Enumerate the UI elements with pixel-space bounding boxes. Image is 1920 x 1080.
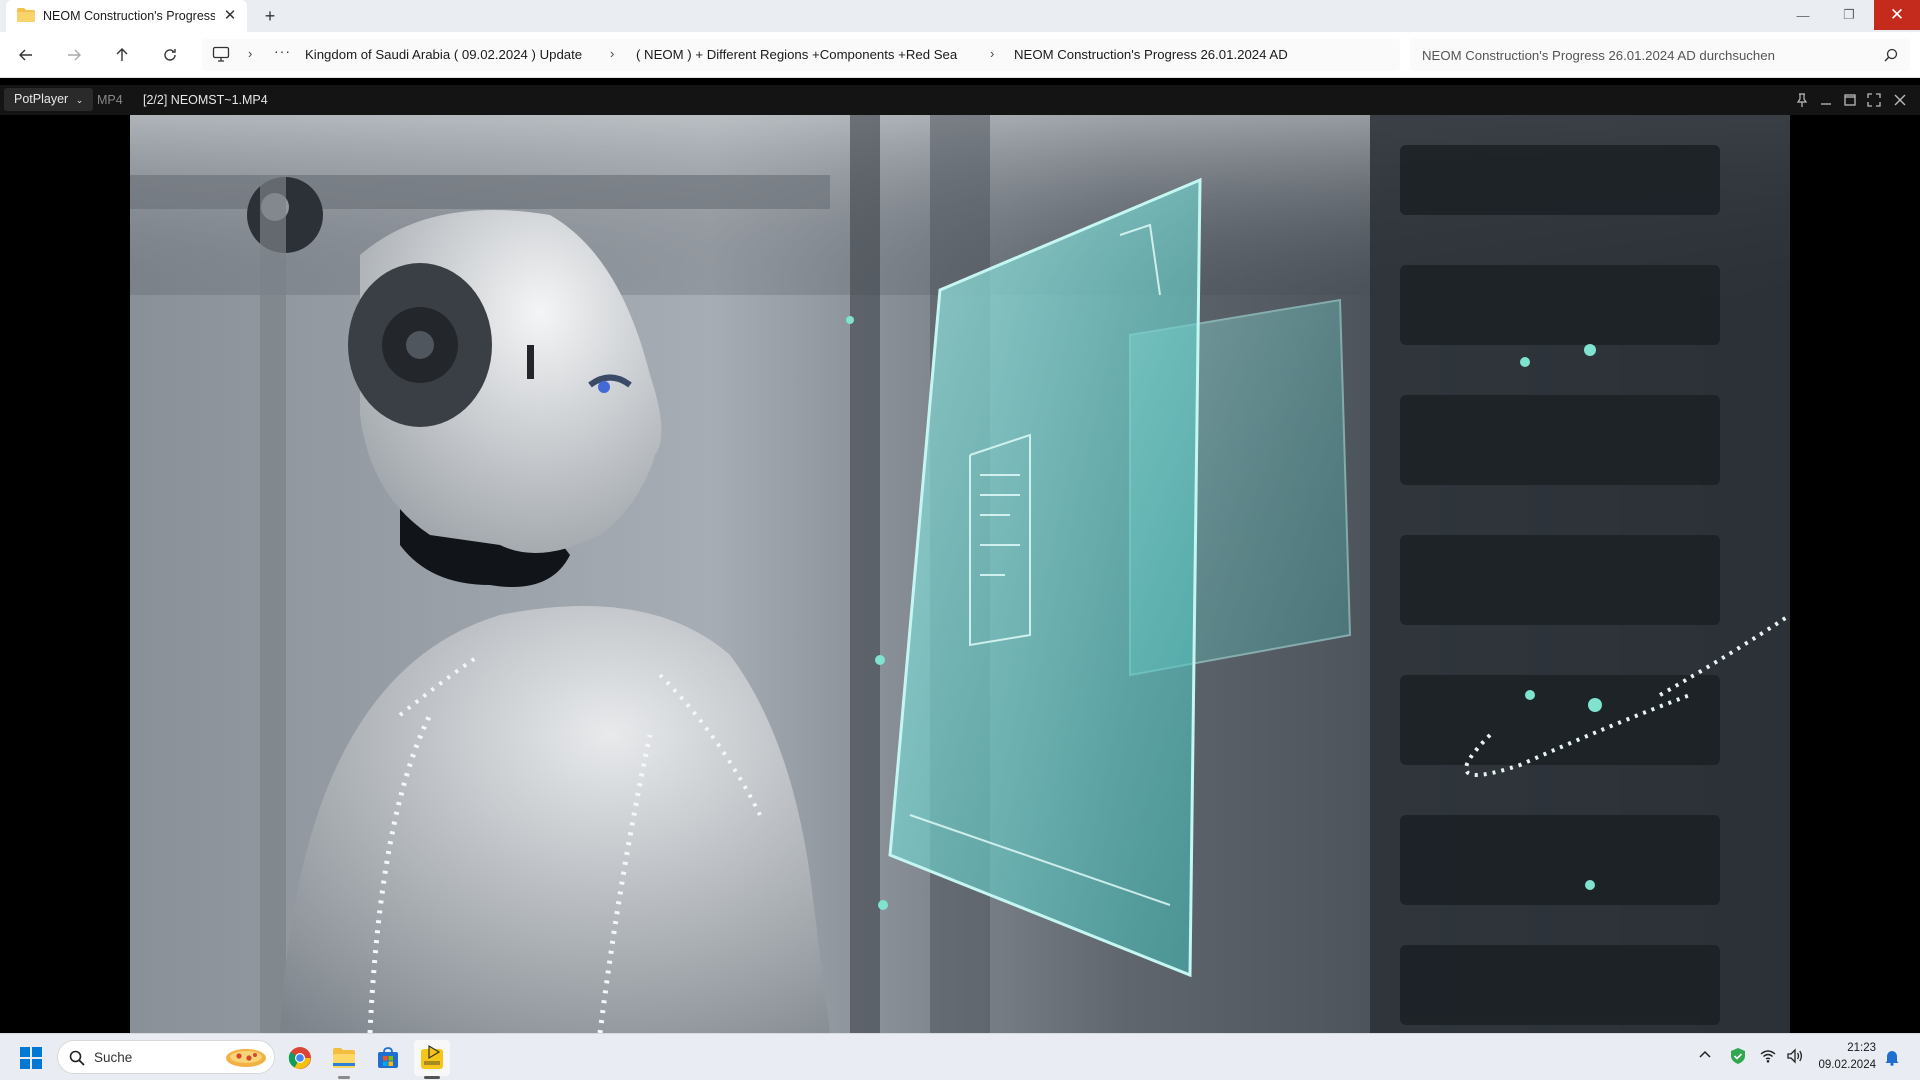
video-file-label: [2/2] NEOMST~1.MP4 — [143, 93, 268, 107]
taskbar-search-box[interactable]: Suche — [57, 1040, 275, 1074]
chevron-up-icon[interactable] — [1698, 1048, 1712, 1062]
active-indicator — [424, 1076, 440, 1079]
arrow-up-icon — [116, 48, 128, 61]
chevron-right-icon: › — [610, 46, 615, 61]
security-shield-icon[interactable] — [1730, 1047, 1746, 1065]
clock-time: 21:23 — [1847, 1042, 1876, 1054]
refresh-icon — [164, 49, 176, 61]
chevron-down-icon: ⌄ — [75, 95, 84, 105]
minimize-icon[interactable] — [1818, 92, 1834, 108]
monitor-icon — [212, 46, 230, 62]
store-icon — [378, 1047, 398, 1068]
volume-icon[interactable] — [1786, 1048, 1804, 1064]
up-button[interactable] — [108, 41, 136, 69]
window-restore-button[interactable]: ❐ — [1826, 0, 1872, 30]
running-indicator — [338, 1076, 350, 1079]
taskbar-search-label: Suche — [94, 1050, 133, 1065]
video-frame — [130, 115, 1790, 1033]
explorer-search-box[interactable]: NEOM Construction's Progress 26.01.2024 … — [1410, 39, 1910, 71]
video-area[interactable] — [0, 115, 1920, 1033]
search-icon — [1884, 48, 1898, 62]
pin-icon[interactable] — [1794, 92, 1810, 108]
potplayer-menu-label: PotPlayer — [14, 92, 69, 106]
forward-button[interactable] — [60, 41, 88, 69]
file-explorer-icon — [333, 1048, 355, 1068]
arrow-left-icon — [19, 49, 32, 61]
address-bar[interactable]: › ··· Kingdom of Saudi Arabia ( 09.02.20… — [202, 39, 1400, 71]
breadcrumb-item-neom-progress[interactable]: NEOM Construction's Progress 26.01.2024 … — [1014, 47, 1288, 62]
potplayer-title-bar: PotPlayer ⌄ MP4 [2/2] NEOMST~1.MP4 — [0, 85, 1920, 115]
breadcrumb-more-button[interactable]: ··· — [274, 43, 291, 59]
potplayer-icon — [421, 1045, 443, 1069]
explorer-title-bar: NEOM Construction's Progress 26.01.2024 … — [0, 0, 1920, 32]
taskbar-chrome-button[interactable] — [282, 1040, 318, 1076]
video-frame-image — [130, 115, 1790, 1033]
arrow-right-icon — [68, 49, 81, 61]
new-tab-button[interactable]: + — [258, 5, 282, 27]
search-placeholder: NEOM Construction's Progress 26.01.2024 … — [1422, 48, 1775, 63]
window-minimize-button[interactable]: — — [1780, 0, 1826, 30]
taskbar-potplayer-button[interactable] — [414, 1040, 450, 1076]
fullscreen-icon[interactable] — [1866, 92, 1882, 108]
video-format-label: MP4 — [97, 93, 123, 107]
maximize-icon[interactable] — [1842, 92, 1858, 108]
back-button[interactable] — [12, 41, 40, 69]
chevron-right-icon: › — [990, 46, 995, 61]
windows-start-icon[interactable] — [20, 1047, 42, 1069]
breadcrumb-item-saudi-arabia[interactable]: Kingdom of Saudi Arabia ( 09.02.2024 ) U… — [305, 47, 582, 62]
pizza-icon — [226, 1049, 266, 1067]
window-close-button[interactable]: ✕ — [1874, 0, 1920, 30]
close-icon[interactable] — [1892, 92, 1908, 108]
notification-bell-icon[interactable] — [1884, 1048, 1900, 1066]
clock-date: 09.02.2024 — [1818, 1059, 1876, 1071]
potplayer-menu-button[interactable]: PotPlayer ⌄ — [4, 88, 94, 111]
chrome-icon — [288, 1047, 311, 1069]
explorer-tab[interactable]: NEOM Construction's Progress 26.01.2024 … — [6, 0, 247, 32]
tab-close-icon[interactable]: ✕ — [220, 6, 240, 26]
folder-icon — [17, 8, 35, 22]
taskbar: Suche 21:23 09.02.2024 — [0, 1033, 1920, 1080]
explorer-nav-bar: › ··· Kingdom of Saudi Arabia ( 09.02.20… — [0, 32, 1920, 78]
search-icon — [69, 1050, 85, 1066]
refresh-button[interactable] — [156, 41, 184, 69]
tab-title: NEOM Construction's Progress 26.01.2024 … — [43, 9, 215, 23]
wifi-icon[interactable] — [1760, 1049, 1776, 1063]
taskbar-store-button[interactable] — [370, 1040, 406, 1076]
breadcrumb-item-neom-regions[interactable]: ( NEOM ) + Different Regions +Components… — [636, 47, 957, 62]
chevron-right-icon: › — [248, 46, 253, 61]
taskbar-file-explorer-button[interactable] — [326, 1040, 362, 1076]
